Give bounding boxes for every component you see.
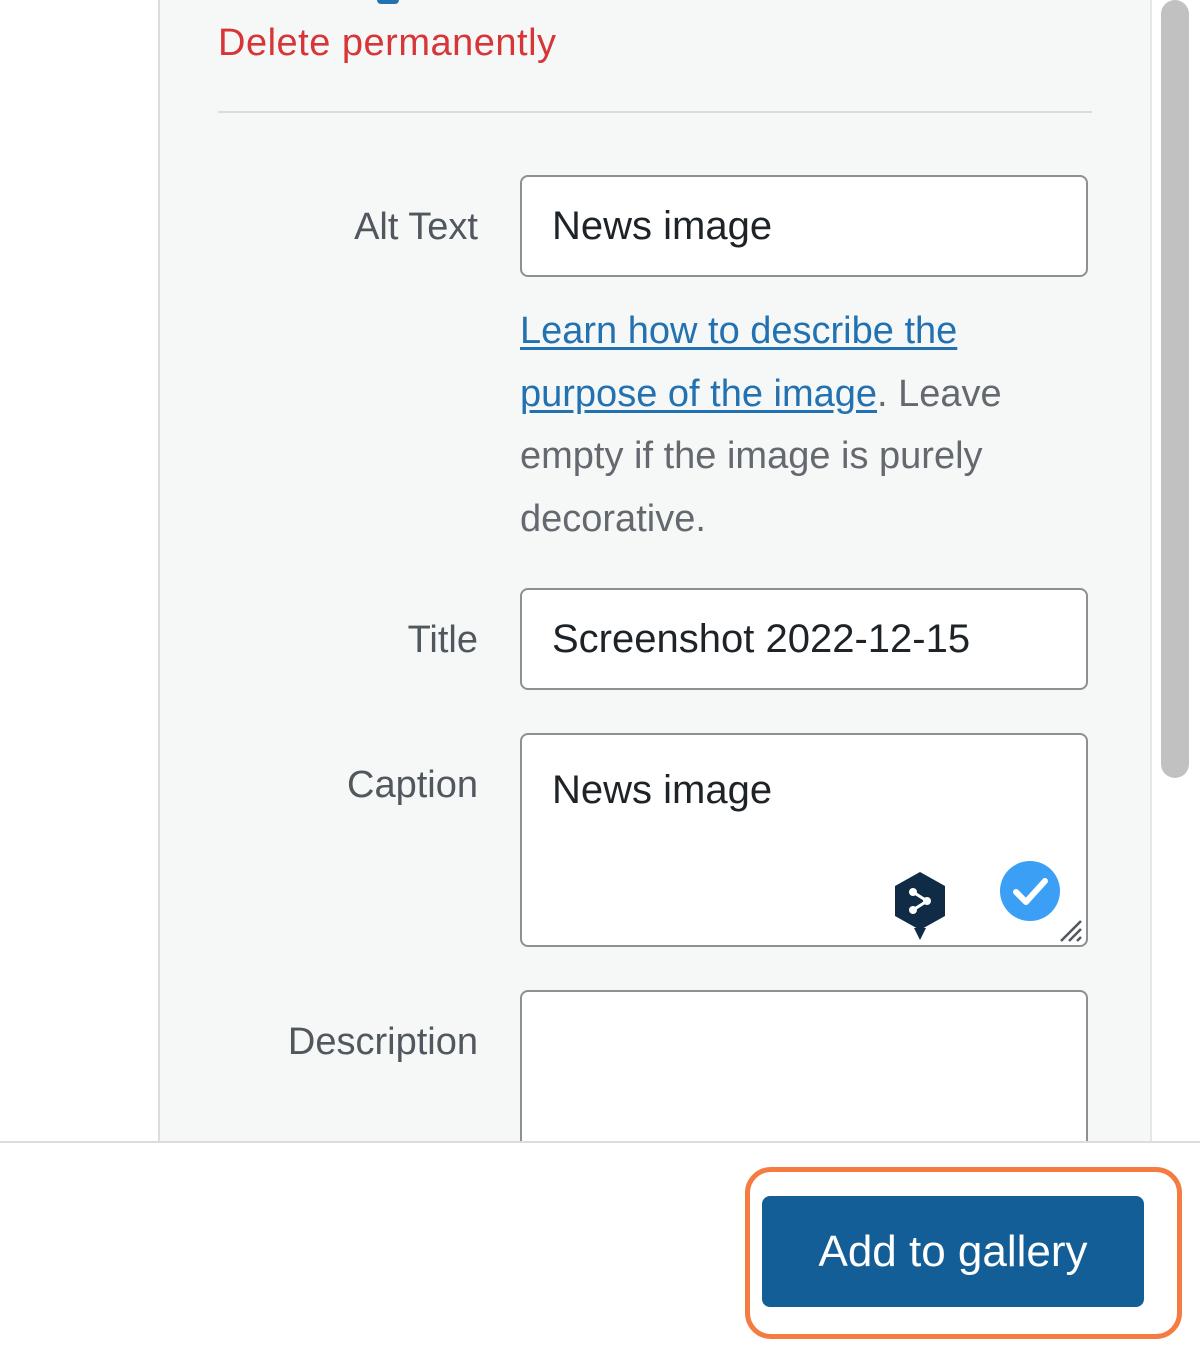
description-label: Description [287,1021,478,1063]
delete-permanently-link[interactable]: Delete permanently [218,20,557,66]
divider [218,111,1092,113]
media-modal: Delete permanently Alt Text News image L… [0,0,1200,1349]
title-input[interactable]: Screenshot 2022-12-15 [520,588,1088,690]
attachment-details-panel [158,0,1168,1141]
scrollbar-thumb[interactable] [1161,0,1189,778]
edit-image-link-clipped[interactable] [377,0,399,4]
description-textarea[interactable] [520,990,1088,1160]
alt-text-label: Alt Text [354,206,478,248]
add-to-gallery-button[interactable]: Add to gallery [762,1196,1144,1307]
alt-text-help: Learn how to describe the purpose of the… [520,300,1100,550]
caption-label: Caption [347,764,478,806]
resize-handle-icon[interactable] [1055,915,1085,945]
alt-text-input[interactable]: News image [520,175,1088,277]
deepl-share-icon[interactable] [893,870,947,944]
title-label: Title [407,619,478,661]
